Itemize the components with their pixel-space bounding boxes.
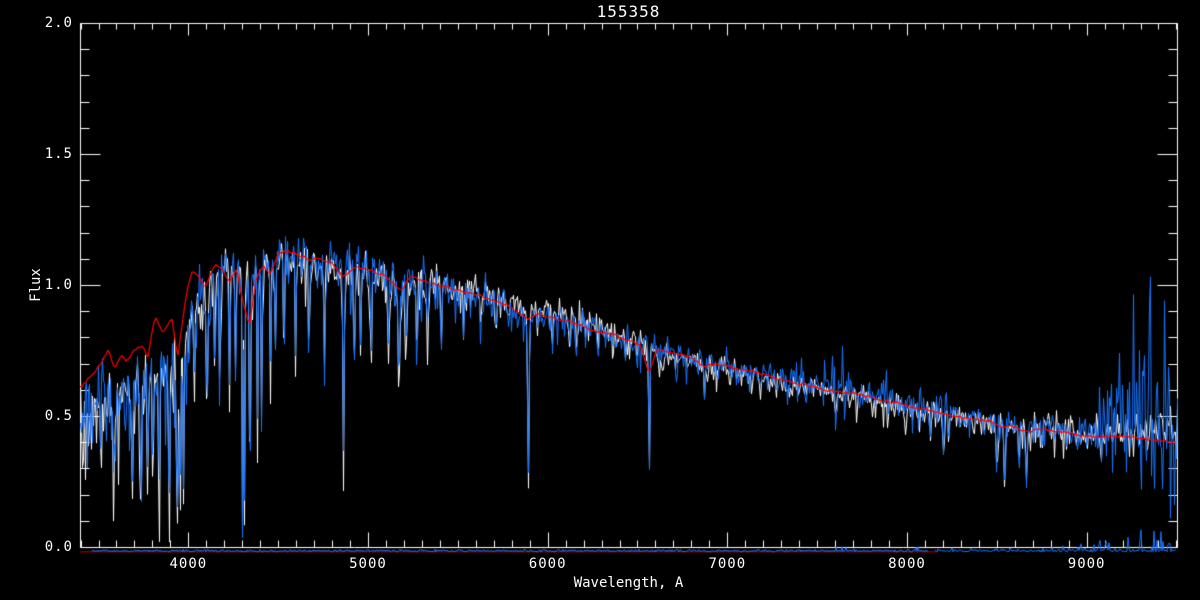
y-tick-label: 2.0: [44, 15, 73, 31]
chart-title: 155358: [596, 2, 661, 21]
y-tick-label: 0.5: [44, 408, 73, 424]
x-tick-label: 7000: [708, 556, 747, 572]
x-tick-label: 4000: [169, 556, 208, 572]
y-tick-label: 1.5: [44, 146, 73, 162]
x-tick-label: 9000: [1067, 556, 1106, 572]
x-tick-label: 8000: [888, 556, 926, 572]
y-tick-label: 1.0: [44, 277, 73, 293]
spectrum-canvas: [0, 0, 1200, 600]
x-axis-label: Wavelength, A: [573, 575, 684, 591]
y-tick-label: 0.0: [44, 539, 73, 555]
x-tick-label: 5000: [349, 556, 387, 572]
x-tick-label: 6000: [528, 556, 567, 572]
spectrum-figure: 155358 Wavelength, A Flux 4000 5000 6000 70…: [0, 0, 1200, 600]
